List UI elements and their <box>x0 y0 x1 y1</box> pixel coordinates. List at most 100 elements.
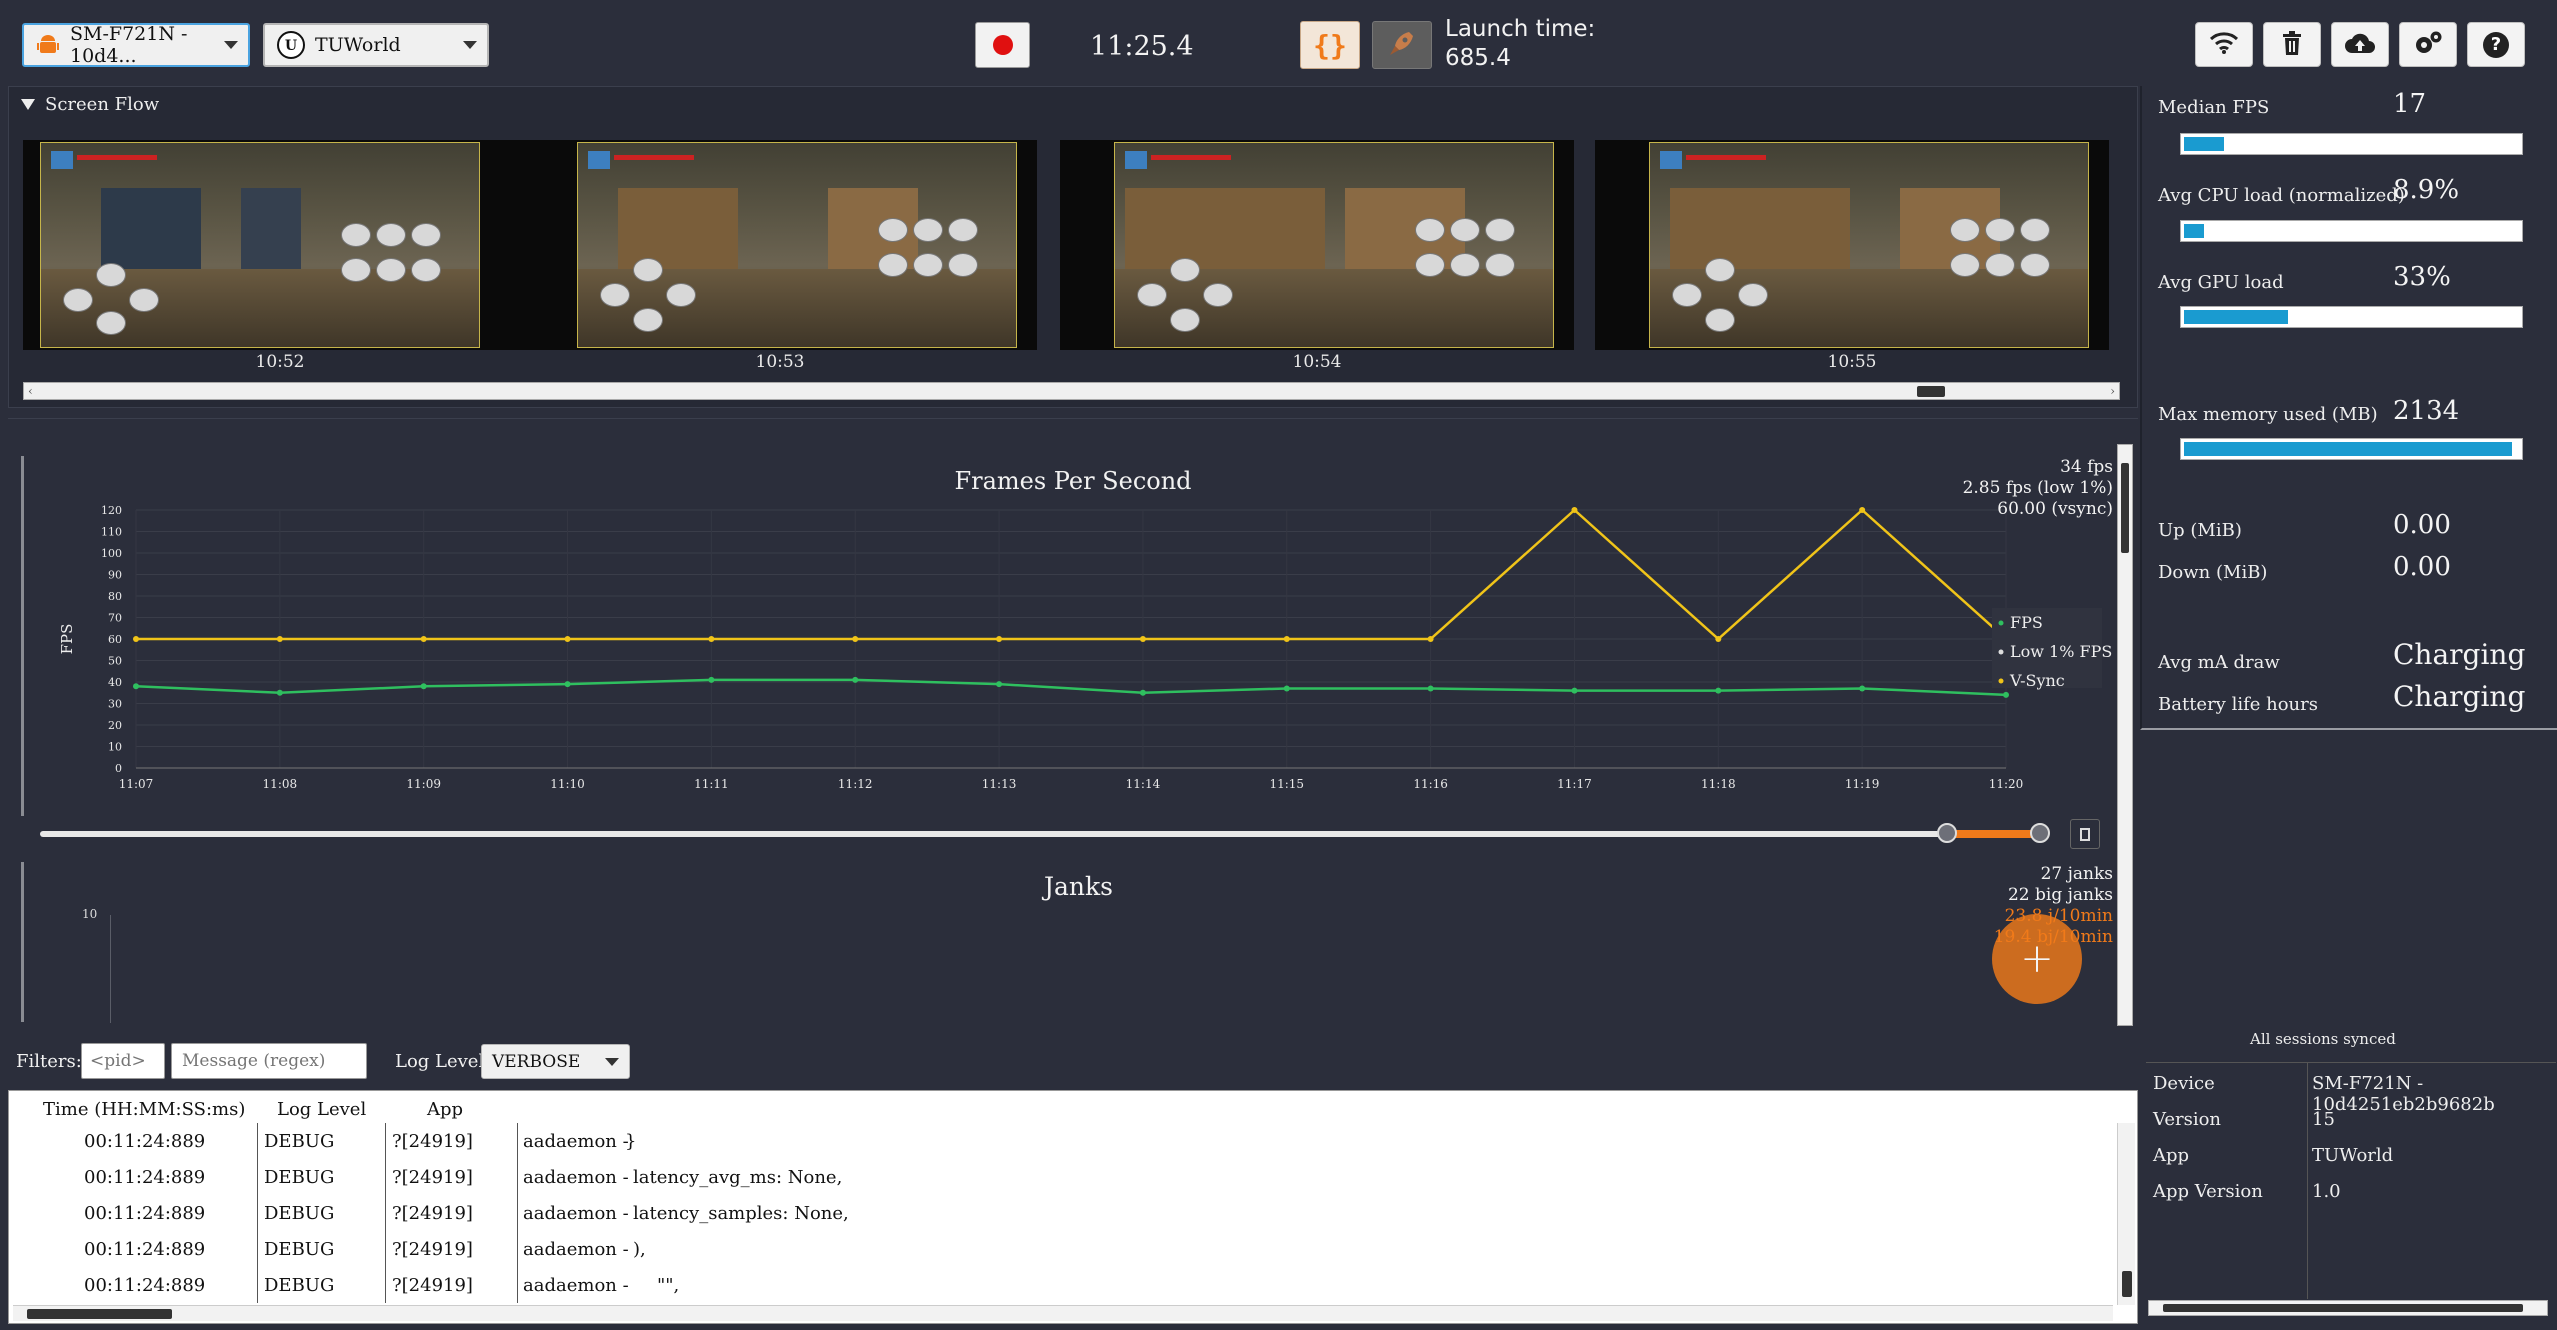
legend-marker <box>1998 678 2004 684</box>
column-header-app[interactable]: App <box>427 1099 463 1120</box>
janks-title: Janks <box>1044 872 1114 901</box>
column-header-time[interactable]: Time (HH:MM:SS:ms) <box>43 1099 245 1120</box>
y-tick-label: 0 <box>115 762 122 775</box>
data-point <box>1427 685 1434 692</box>
scroll-right-icon: › <box>2110 384 2115 398</box>
upload-value: 0.00 <box>2393 510 2451 540</box>
app-version-info-value: 1.0 <box>2312 1181 2341 1202</box>
device-info-value: SM-F721N - 10d4251eb2b9682b <box>2312 1073 2495 1115</box>
record-button[interactable] <box>975 22 1030 68</box>
data-point <box>1571 507 1578 513</box>
session-info-scrollbar[interactable] <box>2148 1300 2548 1316</box>
y-tick-label: 10 <box>108 741 122 754</box>
time-range-slider[interactable] <box>40 831 2045 837</box>
log-vertical-scrollbar[interactable] <box>2117 1123 2135 1305</box>
chart-title: Frames Per Second <box>954 467 1191 495</box>
screenshot-thumbnail[interactable] <box>1060 140 1574 350</box>
pid-filter-input[interactable] <box>81 1043 165 1079</box>
screenshot-thumbnail[interactable] <box>23 140 537 350</box>
chevron-down-icon <box>605 1058 619 1066</box>
x-tick-label: 11:11 <box>694 777 729 791</box>
log-message: latency_samples: None, <box>633 1203 849 1224</box>
session-timer: 11:25.4 <box>1090 31 1194 62</box>
x-tick-label: 11:20 <box>1989 777 2024 791</box>
screenshot-thumbnail[interactable] <box>523 140 1037 350</box>
x-tick-label: 11:07 <box>119 777 154 791</box>
table-row[interactable]: 00:11:24:889 DEBUG ?[24919] aadaemon - l… <box>21 1159 2141 1195</box>
upload-button[interactable] <box>2331 22 2389 67</box>
app-select[interactable]: U TUWorld <box>263 23 489 67</box>
janks-left-rule <box>21 862 24 1022</box>
screenshot-thumbnail[interactable] <box>1595 140 2109 350</box>
charts-scrollbar[interactable] <box>2117 444 2133 1026</box>
table-row[interactable]: 00:11:24:889 DEBUG ?[24919] aadaemon - } <box>21 1123 2141 1159</box>
fps-summary-1: 34 fps <box>2060 457 2113 477</box>
data-point <box>996 681 1003 688</box>
log-tag: aadaemon - <box>523 1239 629 1260</box>
x-tick-label: 11:18 <box>1701 777 1736 791</box>
data-point <box>996 636 1003 642</box>
device-select[interactable]: SM-F721N - 10d4... <box>22 23 250 67</box>
help-icon: ? <box>2483 31 2509 58</box>
log-time: 00:11:24:889 <box>84 1167 206 1188</box>
data-point <box>276 636 283 642</box>
log-level: DEBUG <box>264 1275 335 1296</box>
app-version-info-label: App Version <box>2153 1181 2263 1202</box>
session-info-scroll-thumb[interactable] <box>2163 1304 2523 1312</box>
x-tick-label: 11:19 <box>1845 777 1880 791</box>
log-message: ), <box>633 1239 646 1260</box>
chart-options-button[interactable] <box>2070 819 2100 849</box>
screen-flow-scrollbar[interactable]: ‹ › <box>23 382 2120 400</box>
settings-button[interactable] <box>2399 22 2457 67</box>
app-info-label: App <box>2153 1145 2190 1166</box>
wifi-button[interactable] <box>2195 22 2253 67</box>
log-horizontal-scrollbar[interactable] <box>13 1305 2113 1321</box>
y-tick-label: 120 <box>101 504 122 517</box>
column-header-level[interactable]: Log Level <box>277 1099 366 1120</box>
slider-handle-left[interactable] <box>1937 823 1957 843</box>
message-filter-input[interactable] <box>171 1043 367 1079</box>
session-info-divider <box>2307 1063 2308 1299</box>
screen-flow-toggle[interactable]: Screen Flow <box>21 94 159 115</box>
log-hscroll-thumb[interactable] <box>27 1309 172 1319</box>
add-annotation-button[interactable]: + <box>1992 914 2082 1004</box>
log-level: DEBUG <box>264 1239 335 1260</box>
launch-button[interactable] <box>1372 21 1432 69</box>
cpu-load-value: 8.9% <box>2393 175 2460 205</box>
thumbnail-time: 10:54 <box>1292 352 1342 372</box>
sync-status: All sessions synced <box>2250 1030 2396 1048</box>
x-tick-label: 11:16 <box>1413 777 1448 791</box>
launch-time-value: 685.4 <box>1445 45 1511 71</box>
help-button[interactable]: ? <box>2467 22 2525 67</box>
scrollbar-thumb[interactable] <box>1917 386 1945 397</box>
charts-scrollbar-thumb[interactable] <box>2121 463 2129 553</box>
janks-y-tick: 10 <box>82 907 98 921</box>
legend-marker <box>1998 620 2004 626</box>
janks-summary-1: 27 janks <box>2040 864 2113 884</box>
json-button[interactable]: {} <box>1300 21 1360 69</box>
cloud-upload-icon <box>2344 31 2376 59</box>
game-screenshot <box>1114 142 1554 348</box>
wifi-icon <box>2209 31 2239 59</box>
delete-button[interactable] <box>2263 22 2321 67</box>
log-level-select[interactable]: VERBOSE <box>481 1044 630 1079</box>
max-memory-label: Max memory used (MB) <box>2158 404 2378 425</box>
table-row[interactable]: 00:11:24:889 DEBUG ?[24919] aadaemon - )… <box>21 1231 2141 1267</box>
data-point <box>1283 636 1290 642</box>
log-table: Time (HH:MM:SS:ms) Log Level App 00:11:2… <box>8 1090 2138 1324</box>
data-point <box>564 681 571 688</box>
log-time: 00:11:24:889 <box>84 1275 206 1296</box>
slider-handle-right[interactable] <box>2030 823 2050 843</box>
log-vscroll-thumb[interactable] <box>2122 1271 2132 1297</box>
table-row[interactable]: 00:11:24:889 DEBUG ?[24919] aadaemon - l… <box>21 1195 2141 1231</box>
y-tick-label: 60 <box>108 633 122 646</box>
launch-time-label: Launch time: <box>1445 16 1596 42</box>
log-level-label: Log Level: <box>395 1051 491 1072</box>
legend-marker <box>1998 649 2004 655</box>
log-pid: ?[24919] <box>392 1275 473 1296</box>
table-row[interactable]: 00:11:24:889 DEBUG ?[24919] aadaemon - "… <box>21 1267 2141 1303</box>
y-tick-label: 90 <box>108 569 122 582</box>
upload-label: Up (MiB) <box>2158 520 2242 541</box>
data-point <box>133 636 139 642</box>
unreal-icon: U <box>277 31 305 59</box>
